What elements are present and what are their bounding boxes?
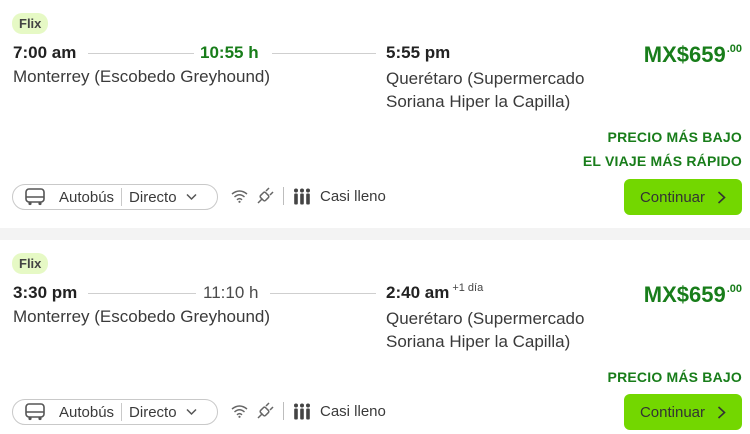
seats-icon [294, 188, 310, 204]
price-amount: MX$659 [643, 42, 726, 67]
trip-duration: 11:10 h [203, 283, 259, 302]
origin-station: Monterrey (Escobedo Greyhound) [13, 307, 271, 326]
trip-price: MX$659.00 [644, 282, 742, 308]
wifi-icon [231, 405, 248, 418]
power-plug-icon [257, 187, 274, 204]
amenities: Casi lleno [231, 402, 386, 420]
destination-station: Querétaro (Supermercado Soriana Hiper la… [386, 69, 585, 111]
route-type: Directo [129, 188, 177, 206]
route-type: Directo [129, 403, 177, 421]
price-cents: .00 [726, 43, 742, 55]
chevron-down-icon [186, 193, 197, 201]
continue-button-label: Continuar [639, 188, 706, 206]
lowest-price-tag: PRECIO MÁS BAJO [607, 129, 742, 145]
bus-icon [25, 188, 45, 206]
power-plug-icon [257, 402, 274, 419]
transport-mode: Autobús [59, 403, 115, 421]
trip-card[interactable]: Flix 3:30 pm 11:10 h 2:40 am +1 día Monte… [0, 240, 750, 434]
trip-duration: 10:55 h [200, 43, 259, 62]
occupancy-status: Casi lleno [320, 402, 386, 420]
amenities: Casi lleno [231, 187, 386, 205]
trip-details-toggle[interactable]: Autobús Directo [12, 184, 218, 210]
next-day-note: +1 día [452, 282, 484, 294]
origin-station: Monterrey (Escobedo Greyhound) [13, 67, 271, 86]
timeline-line [270, 293, 376, 294]
continue-button-label: Continuar [639, 403, 706, 421]
bus-icon [25, 403, 45, 421]
timeline-line [88, 53, 194, 54]
chevron-right-icon [717, 405, 726, 419]
continue-button[interactable]: Continuar [624, 394, 742, 430]
destination-station: Querétaro (Supermercado Soriana Hiper la… [386, 309, 585, 351]
fastest-trip-tag: EL VIAJE MÁS RÁPIDO [582, 153, 742, 169]
lowest-price-tag: PRECIO MÁS BAJO [607, 369, 742, 385]
divider [121, 188, 123, 206]
timeline-line [272, 53, 376, 54]
wifi-icon [231, 190, 248, 203]
divider [121, 403, 123, 421]
divider [283, 402, 284, 420]
trip-details-toggle[interactable]: Autobús Directo [12, 399, 218, 425]
departure-time: 3:30 pm [13, 283, 78, 302]
trip-card[interactable]: Flix 7:00 am 10:55 h 5:55 pm Monterrey (… [0, 0, 750, 228]
chevron-right-icon [717, 190, 726, 204]
arrival-time: 2:40 am +1 día [386, 282, 484, 302]
operator-badge: Flix [12, 253, 49, 274]
price-amount: MX$659 [643, 282, 726, 307]
divider [283, 187, 284, 205]
operator-badge: Flix [12, 13, 49, 34]
transport-mode: Autobús [59, 188, 115, 206]
occupancy-status: Casi lleno [320, 187, 386, 205]
continue-button[interactable]: Continuar [624, 179, 742, 215]
seats-icon [294, 403, 310, 419]
departure-time: 7:00 am [13, 43, 77, 62]
arrival-time: 5:55 pm [386, 43, 451, 62]
timeline-line [88, 293, 196, 294]
trip-price: MX$659.00 [644, 42, 742, 68]
price-cents: .00 [726, 283, 742, 295]
chevron-down-icon [186, 408, 197, 416]
